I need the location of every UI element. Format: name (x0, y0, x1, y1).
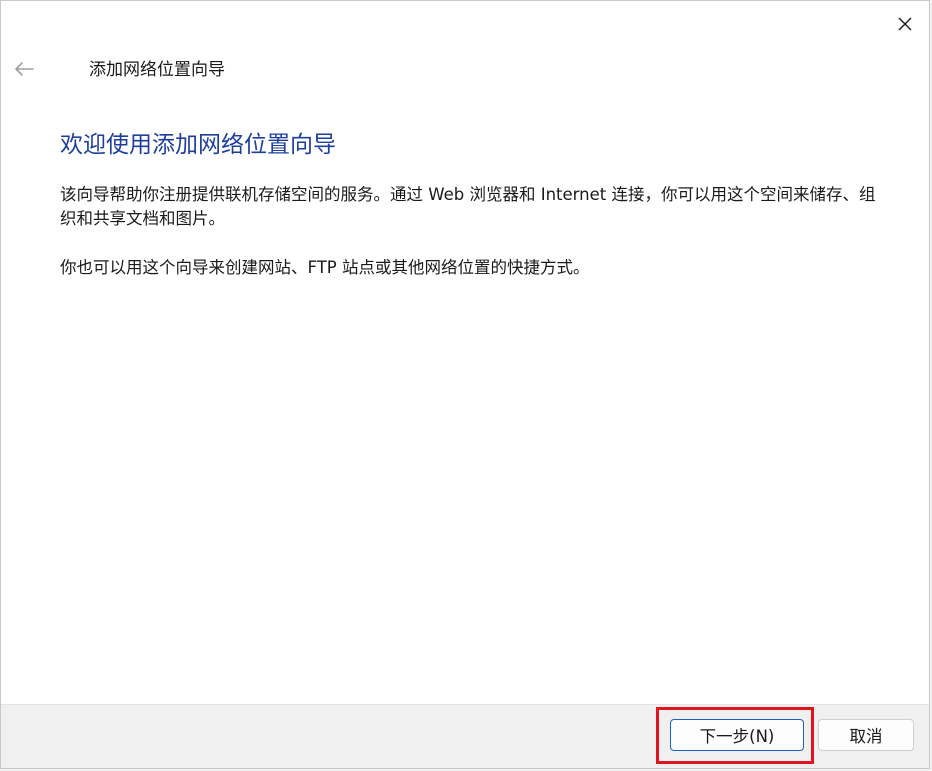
close-button[interactable] (891, 11, 919, 37)
description-paragraph-1: 该向导帮助你注册提供联机存储空间的服务。通过 Web 浏览器和 Internet… (60, 185, 876, 228)
back-button[interactable] (9, 55, 39, 83)
add-network-location-wizard-window: 添加网络位置向导 欢迎使用添加网络位置向导 该向导帮助你注册提供联机存储空间的服… (0, 0, 930, 769)
wizard-footer: 下一步(N) 取消 (1, 704, 929, 768)
wizard-content: 欢迎使用添加网络位置向导 该向导帮助你注册提供联机存储空间的服务。通过 Web … (60, 129, 890, 280)
cancel-button[interactable]: 取消 (818, 719, 914, 751)
close-icon (898, 17, 912, 31)
page-heading: 欢迎使用添加网络位置向导 (60, 132, 336, 158)
back-arrow-icon (15, 62, 34, 76)
wizard-title: 添加网络位置向导 (89, 60, 225, 80)
next-button[interactable]: 下一步(N) (670, 719, 804, 751)
description-paragraph-2: 你也可以用这个向导来创建网站、FTP 站点或其他网络位置的快捷方式。 (60, 258, 590, 277)
